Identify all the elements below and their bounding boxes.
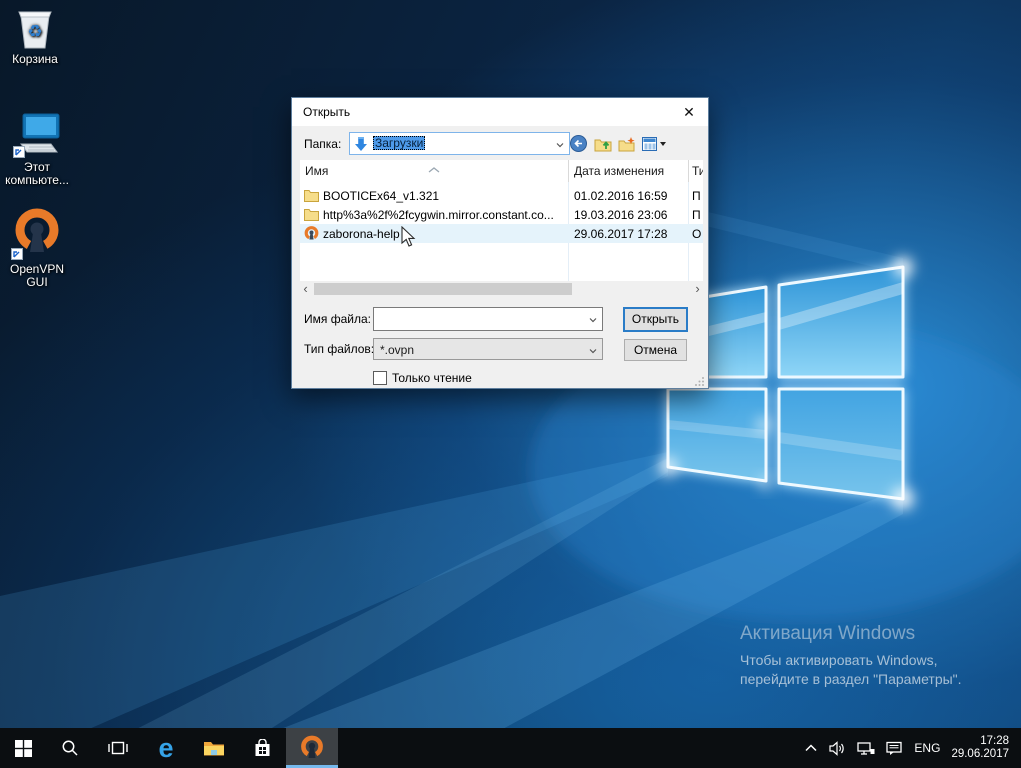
readonly-checkbox[interactable]	[373, 371, 387, 385]
file-explorer-icon	[203, 739, 225, 757]
activation-line1: Чтобы активировать Windows,	[740, 651, 962, 670]
file-type-combobox[interactable]: *.ovpn	[373, 338, 603, 360]
file-date: 29.06.2017 17:28	[574, 227, 667, 241]
taskbar: e	[0, 728, 1021, 768]
action-center-icon[interactable]	[886, 741, 903, 756]
windows-activation-watermark: Активация Windows Чтобы активировать Win…	[740, 623, 962, 689]
resize-grip-icon[interactable]	[695, 375, 705, 385]
file-explorer-button[interactable]	[190, 728, 238, 768]
scroll-right-arrow[interactable]: ›	[692, 282, 703, 296]
close-button[interactable]: ✕	[679, 103, 699, 121]
file-date: 19.03.2016 23:06	[574, 208, 667, 222]
chevron-down-icon[interactable]	[589, 347, 597, 355]
edge-button[interactable]: e	[142, 728, 190, 768]
open-file-dialog: Открыть ✕ Папка: Загрузки	[291, 97, 709, 389]
folder-label: Папка:	[304, 137, 341, 151]
desktop-icon-openvpn-gui[interactable]: OpenVPN GUI	[2, 206, 72, 289]
edge-icon: e	[158, 735, 173, 762]
folder-combobox[interactable]: Загрузки	[349, 132, 570, 155]
dialog-titlebar[interactable]: Открыть ✕	[292, 98, 708, 126]
file-name: zaborona-help	[323, 227, 400, 241]
language-indicator[interactable]: ENG	[914, 741, 940, 755]
desktop-icon-label-2: компьюте...	[5, 174, 69, 187]
clock-time: 17:28	[951, 735, 1009, 748]
file-name: BOOTICEx64_v1.321	[323, 189, 439, 203]
openvpn-file-icon	[304, 226, 319, 244]
column-header-name[interactable]: Имя	[305, 164, 328, 178]
desktop-icon-label: Корзина	[6, 53, 64, 66]
file-list-header: Имя Дата изменения Ти	[300, 160, 703, 182]
desktop-icon-this-pc[interactable]: Этот компьюте...	[5, 112, 69, 187]
task-view-button[interactable]	[94, 728, 142, 768]
folder-icon	[304, 207, 319, 224]
svg-text:♻: ♻	[27, 22, 42, 41]
scroll-left-arrow[interactable]: ‹	[300, 282, 311, 296]
file-type: П	[692, 189, 701, 203]
start-button[interactable]	[0, 728, 46, 768]
back-button[interactable]	[568, 134, 588, 153]
mouse-cursor	[401, 226, 417, 253]
file-name-input[interactable]	[377, 310, 577, 328]
new-folder-button[interactable]	[617, 134, 637, 153]
folder-icon	[304, 188, 319, 205]
this-pc-icon	[13, 112, 61, 158]
file-list: Имя Дата изменения Ти BOOTICEx64_v1.321 …	[300, 160, 703, 281]
desktop-icon-label: OpenVPN GUI	[2, 263, 72, 289]
search-icon	[61, 739, 79, 757]
openvpn-icon	[298, 734, 326, 762]
tray-chevron-up-icon[interactable]	[804, 742, 818, 754]
horizontal-scrollbar[interactable]: ‹ ›	[300, 282, 703, 296]
file-name-combobox[interactable]	[373, 307, 603, 331]
activation-line2: перейдите в раздел "Параметры".	[740, 670, 962, 689]
screen: ♻ Корзина Этот компьюте...	[0, 0, 1021, 768]
file-date: 01.02.2016 16:59	[574, 189, 667, 203]
column-header-date[interactable]: Дата изменения	[574, 164, 664, 178]
file-row[interactable]: BOOTICEx64_v1.321 01.02.2016 16:59 П	[300, 186, 703, 205]
network-icon[interactable]	[857, 741, 875, 756]
file-row-hovered[interactable]: zaborona-help 29.06.2017 17:28 О	[300, 224, 703, 243]
volume-icon[interactable]	[829, 741, 846, 756]
sort-ascending-icon	[428, 162, 440, 176]
system-tray: ENG 17:28 29.06.2017	[804, 728, 1021, 768]
shortcut-arrow-icon	[11, 248, 23, 260]
chevron-down-icon[interactable]	[589, 316, 597, 324]
file-type: П	[692, 208, 701, 222]
chevron-down-icon[interactable]	[556, 141, 564, 149]
file-name-label: Имя файла:	[304, 312, 371, 326]
dialog-title: Открыть	[303, 105, 350, 119]
up-one-level-button[interactable]	[593, 134, 613, 153]
readonly-checkbox-label: Только чтение	[392, 371, 472, 385]
scrollbar-thumb[interactable]	[314, 283, 572, 295]
open-button[interactable]: Открыть	[623, 307, 688, 332]
openvpn-icon	[11, 206, 63, 260]
activation-title: Активация Windows	[740, 623, 962, 645]
store-icon	[253, 739, 272, 758]
view-menu-button[interactable]	[641, 134, 667, 153]
file-row[interactable]: http%3a%2f%2fcygwin.mirror.constant.co..…	[300, 205, 703, 224]
recycle-bin-icon: ♻	[14, 6, 56, 50]
task-view-icon	[108, 740, 128, 756]
windows-logo-icon	[15, 740, 32, 757]
search-button[interactable]	[46, 728, 94, 768]
store-button[interactable]	[238, 728, 286, 768]
file-type-value: *.ovpn	[380, 343, 414, 357]
shortcut-arrow-icon	[13, 146, 25, 158]
openvpn-taskbar-button[interactable]	[286, 728, 338, 768]
file-name: http%3a%2f%2fcygwin.mirror.constant.co..…	[323, 208, 554, 222]
file-type: О	[692, 227, 701, 241]
clock-date: 29.06.2017	[951, 748, 1009, 761]
column-header-type[interactable]: Ти	[692, 164, 703, 178]
downloads-folder-icon	[353, 136, 369, 155]
clock[interactable]: 17:28 29.06.2017	[951, 735, 1009, 761]
file-type-label: Тип файлов:	[304, 342, 374, 356]
cancel-button[interactable]: Отмена	[624, 339, 687, 361]
desktop-icon-recycle-bin[interactable]: ♻ Корзина	[6, 6, 64, 66]
current-folder-value: Загрузки	[373, 136, 425, 150]
